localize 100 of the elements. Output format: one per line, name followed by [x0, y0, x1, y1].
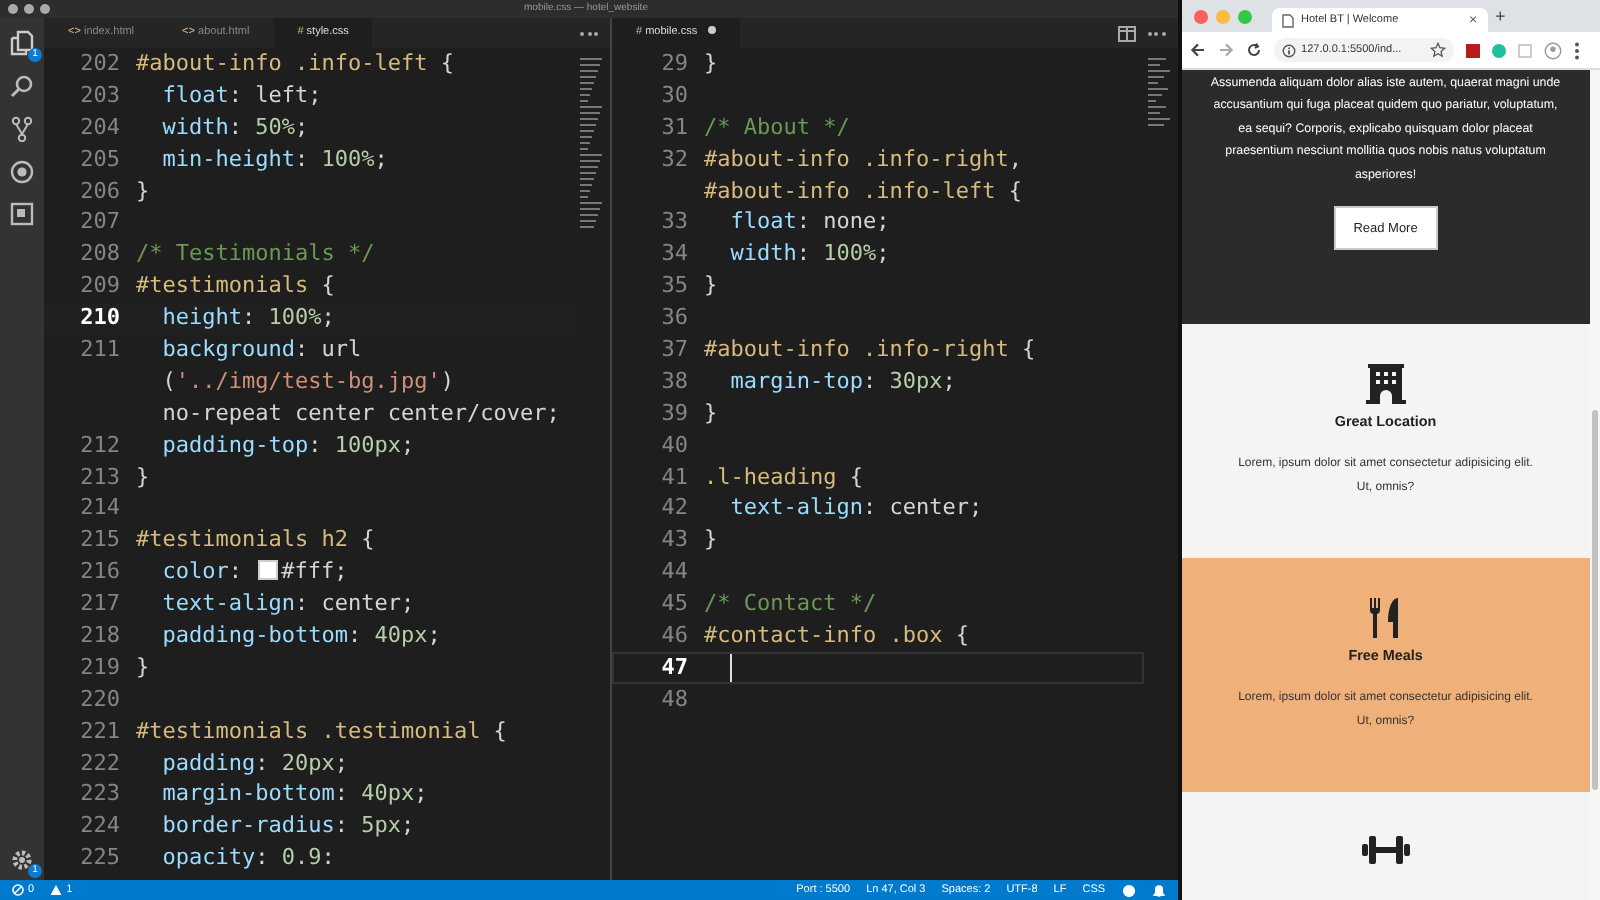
bug-icon[interactable] [10, 160, 34, 184]
dumbbell-icon [1361, 832, 1410, 868]
line-number: 221 [78, 715, 122, 748]
code-line: color: #fff; [162, 556, 348, 589]
code-line: no-repeat center center/cover; [162, 397, 560, 430]
line-number: 45 [659, 588, 690, 621]
line-number: 48 [659, 683, 690, 716]
more-icon[interactable] [1143, 27, 1170, 39]
line-number: 218 [78, 620, 122, 652]
line-number: 212 [78, 429, 122, 462]
line-number: 220 [78, 683, 122, 716]
code-line: min-height: 100%; [162, 143, 388, 176]
code-line: margin-top: 30px; [730, 365, 956, 398]
line-number: 219 [78, 651, 122, 684]
bell-icon[interactable] [1151, 883, 1166, 897]
more-icon[interactable] [576, 27, 602, 39]
line-number: 42 [659, 492, 690, 525]
code-line: #about-info .info-right, [704, 143, 1022, 176]
code-line: text-align: center; [730, 492, 983, 525]
code-line: #testimonials .testimonial { [136, 715, 507, 748]
line-number: 31 [659, 111, 690, 144]
minimap-drawing[interactable] [1147, 52, 1172, 132]
code-line: } [704, 524, 718, 557]
code-line: ('../img/test-bg.jpg') [162, 365, 454, 398]
line-number: 224 [78, 810, 122, 843]
line-number: 202 [78, 48, 122, 80]
line-number: 43 [659, 524, 690, 557]
line-number: 216 [78, 556, 122, 589]
settings-icon[interactable] [10, 848, 34, 872]
line-number: 206 [78, 175, 122, 207]
code-line: .l-heading { [704, 461, 863, 493]
line-number: 207 [78, 206, 122, 239]
back-icon[interactable] [1189, 42, 1206, 58]
line-number: 208 [78, 238, 122, 271]
files-icon[interactable] [10, 30, 34, 56]
line-number: 36 [659, 302, 690, 335]
line-number: 47 [659, 651, 690, 684]
line-number: 204 [78, 111, 122, 144]
page-icon [1281, 13, 1294, 27]
star-icon[interactable] [1429, 42, 1446, 58]
line-number: 30 [659, 79, 690, 112]
line-number: 39 [659, 397, 690, 430]
line-number: 33 [659, 206, 690, 239]
code-line: border-radius: 5px; [162, 810, 415, 843]
warning-icon[interactable] [50, 884, 63, 896]
line-number: 211 [78, 334, 122, 366]
code-line: background: url [162, 334, 362, 366]
code-line: width: 50%; [162, 111, 309, 144]
new-tab-button[interactable]: + [1495, 7, 1506, 25]
line-number: 203 [78, 79, 122, 112]
line-number: 40 [659, 429, 690, 462]
code-line: #contact-info .box { [704, 620, 969, 652]
code-line: #about-info .info-left { [704, 175, 1022, 207]
line-number: 44 [659, 556, 690, 589]
code-line: padding-top: 100px; [162, 429, 415, 462]
code-line: opacity: 0.9: [162, 842, 335, 875]
line-number: 209 [78, 270, 122, 303]
extensions-icon[interactable] [10, 202, 34, 226]
line-number: 46 [659, 620, 690, 652]
code-line: /* Contact */ [704, 588, 877, 621]
line-number: 225 [78, 842, 122, 875]
info-icon [1281, 43, 1296, 57]
code-line: } [136, 175, 150, 207]
code-line: } [704, 270, 718, 303]
line-number: 217 [78, 588, 122, 621]
code-line: /* Testimonials */ [136, 238, 375, 271]
minimap-drawing[interactable] [580, 52, 604, 232]
code-line: float: none; [730, 206, 890, 239]
line-number: 29 [659, 48, 690, 80]
line-number: 223 [78, 778, 122, 811]
code-line: } [136, 461, 150, 493]
code-line: height: 100%; [162, 302, 335, 335]
code-line: #about-info .info-right { [704, 334, 1036, 366]
code-line: text-align: center; [162, 588, 415, 621]
line-number: 32 [659, 143, 690, 176]
line-number: 37 [659, 334, 690, 366]
search-icon[interactable] [10, 74, 34, 98]
reload-icon[interactable] [1245, 42, 1262, 58]
code-line: padding-bottom: 40px; [162, 620, 441, 652]
code-line: } [704, 397, 718, 430]
code-line: } [704, 48, 718, 80]
code-line: margin-bottom: 40px; [162, 778, 428, 811]
line-number: 205 [78, 143, 122, 176]
code-line: width: 100%; [730, 238, 890, 271]
fork-and-knife-icon [1367, 598, 1404, 638]
building-icon [1363, 364, 1408, 404]
code-line: float: left; [162, 79, 322, 112]
code-line: padding: 20px; [162, 747, 348, 779]
error-icon[interactable] [12, 884, 24, 896]
scrollbar-thumb[interactable] [1592, 410, 1598, 790]
branch-icon[interactable] [10, 116, 34, 142]
split-editor-icon[interactable] [1117, 25, 1136, 41]
line-number: 214 [78, 492, 122, 525]
profile-icon[interactable] [1543, 41, 1562, 59]
line-number: 35 [659, 270, 690, 303]
code-line: /* About */ [704, 111, 850, 144]
line-number: 38 [659, 365, 690, 398]
menu-icon[interactable] [1573, 41, 1580, 59]
smiley-icon[interactable] [1121, 883, 1136, 897]
line-number: 213 [78, 461, 122, 493]
